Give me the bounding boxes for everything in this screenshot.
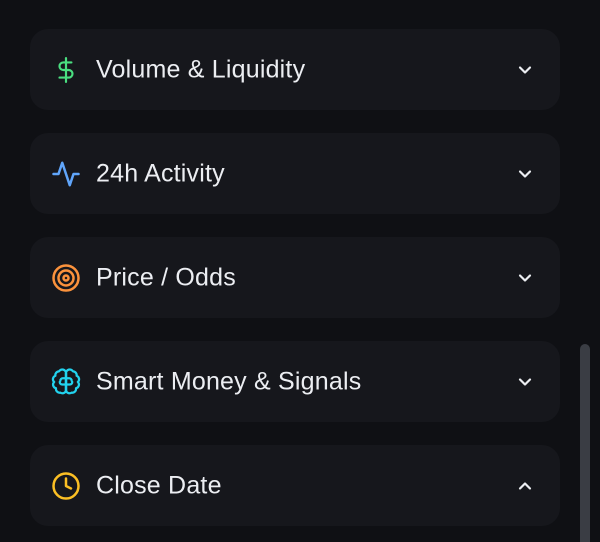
section-smart-money-signals[interactable]: Smart Money & Signals [30, 341, 560, 422]
section-label: Smart Money & Signals [96, 367, 362, 395]
chevron-down-icon[interactable] [514, 59, 536, 81]
chevron-down-icon[interactable] [514, 267, 536, 289]
section-label: 24h Activity [96, 159, 225, 187]
activity-icon [51, 159, 81, 189]
section-label: Close Date [96, 471, 222, 499]
section-24h-activity[interactable]: 24h Activity [30, 133, 560, 214]
chevron-up-icon[interactable] [514, 475, 536, 497]
scrollbar-thumb[interactable] [580, 344, 590, 542]
clock-icon [51, 471, 81, 501]
scrollbar[interactable] [580, 0, 590, 542]
section-price-odds[interactable]: Price / Odds [30, 237, 560, 318]
filter-sections: Volume & Liquidity 24h Activity Price / … [30, 29, 560, 542]
target-icon [51, 263, 81, 293]
chevron-down-icon[interactable] [514, 371, 536, 393]
section-close-date[interactable]: Close Date [30, 445, 560, 526]
dollar-icon [51, 55, 81, 85]
section-volume-liquidity[interactable]: Volume & Liquidity [30, 29, 560, 110]
section-label: Volume & Liquidity [96, 55, 306, 83]
chevron-down-icon[interactable] [514, 163, 536, 185]
brain-icon [51, 367, 81, 397]
section-label: Price / Odds [96, 263, 236, 291]
